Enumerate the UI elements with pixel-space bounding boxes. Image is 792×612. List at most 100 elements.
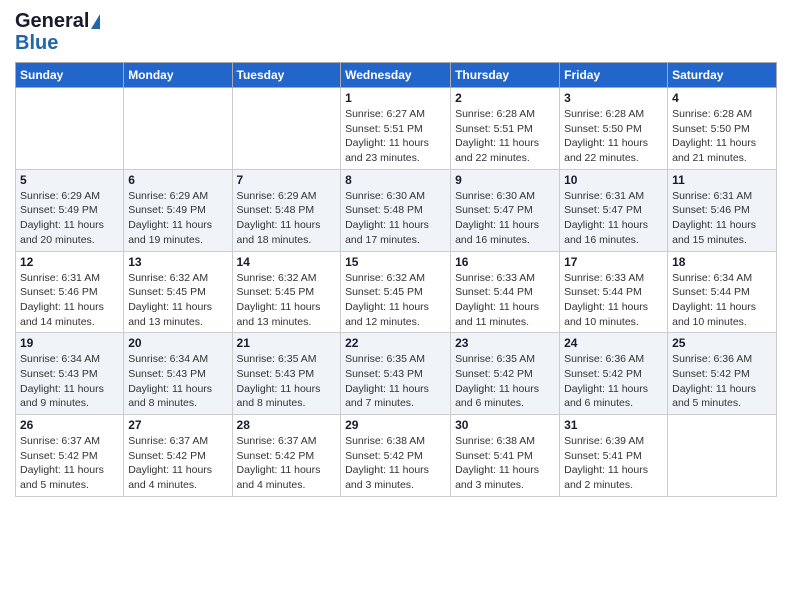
calendar-cell bbox=[668, 415, 777, 497]
calendar-cell: 3Sunrise: 6:28 AMSunset: 5:50 PMDaylight… bbox=[560, 88, 668, 170]
day-info: Sunrise: 6:31 AMSunset: 5:46 PMDaylight:… bbox=[672, 189, 772, 248]
day-info: Sunrise: 6:29 AMSunset: 5:49 PMDaylight:… bbox=[20, 189, 119, 248]
day-info: Sunrise: 6:28 AMSunset: 5:51 PMDaylight:… bbox=[455, 107, 555, 166]
calendar-cell: 26Sunrise: 6:37 AMSunset: 5:42 PMDayligh… bbox=[16, 415, 124, 497]
day-number: 9 bbox=[455, 173, 555, 187]
calendar-cell: 24Sunrise: 6:36 AMSunset: 5:42 PMDayligh… bbox=[560, 333, 668, 415]
calendar-week-row: 12 Sunrise: 6:31 AMSunset: 5:46 PMDayligh… bbox=[16, 251, 777, 333]
logo-general: General bbox=[15, 10, 100, 32]
day-info: Sunrise: 6:34 AMSunset: 5:43 PMDaylight:… bbox=[128, 352, 227, 411]
day-number: 15 bbox=[345, 255, 446, 269]
calendar-cell bbox=[124, 88, 232, 170]
day-number: 14 bbox=[237, 255, 337, 269]
calendar-cell: 16 Sunrise: 6:33 AMSunset: 5:44 PMDayligh… bbox=[451, 251, 560, 333]
day-number: 27 bbox=[128, 418, 227, 432]
calendar-cell: 30 Sunrise: 6:38 AMSunset: 5:41 PMDayligh… bbox=[451, 415, 560, 497]
calendar-cell: 13 Sunrise: 6:32 AMSunset: 5:45 PMDayligh… bbox=[124, 251, 232, 333]
day-info: Sunrise: 6:28 AMSunset: 5:50 PMDaylight:… bbox=[564, 107, 663, 166]
calendar-week-row: 26 Sunrise: 6:37 AMSunset: 5:42 PMDayligh… bbox=[16, 415, 777, 497]
day-number: 5 bbox=[20, 173, 119, 187]
day-number: 20 bbox=[128, 336, 227, 350]
day-info: Sunrise: 6:31 AMSunset: 5:46 PMDaylight:… bbox=[20, 271, 119, 330]
calendar-cell: 19 Sunrise: 6:34 AMSunset: 5:43 PMDayligh… bbox=[16, 333, 124, 415]
day-number: 29 bbox=[345, 418, 446, 432]
day-number: 16 bbox=[455, 255, 555, 269]
day-info: Sunrise: 6:32 AMSunset: 5:45 PMDaylight:… bbox=[128, 271, 227, 330]
calendar-cell: 22 Sunrise: 6:35 AMSunset: 5:43 PMDayligh… bbox=[341, 333, 451, 415]
weekday-header-thursday: Thursday bbox=[451, 63, 560, 88]
day-number: 25 bbox=[672, 336, 772, 350]
header: General Blue bbox=[15, 10, 777, 54]
day-number: 11 bbox=[672, 173, 772, 187]
day-info: Sunrise: 6:28 AMSunset: 5:50 PMDaylight:… bbox=[672, 107, 772, 166]
day-info: Sunrise: 6:38 AMSunset: 5:41 PMDaylight:… bbox=[455, 434, 555, 493]
day-info: Sunrise: 6:29 AMSunset: 5:49 PMDaylight:… bbox=[128, 189, 227, 248]
calendar-cell: 1 Sunrise: 6:27 AMSunset: 5:51 PMDaylight… bbox=[341, 88, 451, 170]
calendar-cell: 23 Sunrise: 6:35 AMSunset: 5:42 PMDayligh… bbox=[451, 333, 560, 415]
day-number: 6 bbox=[128, 173, 227, 187]
calendar-cell: 2 Sunrise: 6:28 AMSunset: 5:51 PMDaylight… bbox=[451, 88, 560, 170]
day-info: Sunrise: 6:32 AMSunset: 5:45 PMDaylight:… bbox=[345, 271, 446, 330]
day-number: 23 bbox=[455, 336, 555, 350]
day-info: Sunrise: 6:34 AMSunset: 5:44 PMDaylight:… bbox=[672, 271, 772, 330]
day-number: 12 bbox=[20, 255, 119, 269]
day-info: Sunrise: 6:36 AMSunset: 5:42 PMDaylight:… bbox=[672, 352, 772, 411]
calendar-cell: 27 Sunrise: 6:37 AMSunset: 5:42 PMDayligh… bbox=[124, 415, 232, 497]
calendar-cell: 31 Sunrise: 6:39 AMSunset: 5:41 PMDayligh… bbox=[560, 415, 668, 497]
calendar-table: SundayMondayTuesdayWednesdayThursdayFrid… bbox=[15, 62, 777, 497]
day-info: Sunrise: 6:37 AMSunset: 5:42 PMDaylight:… bbox=[128, 434, 227, 493]
day-number: 18 bbox=[672, 255, 772, 269]
calendar-cell: 17 Sunrise: 6:33 AMSunset: 5:44 PMDayligh… bbox=[560, 251, 668, 333]
day-number: 17 bbox=[564, 255, 663, 269]
day-number: 31 bbox=[564, 418, 663, 432]
calendar-cell: 20 Sunrise: 6:34 AMSunset: 5:43 PMDayligh… bbox=[124, 333, 232, 415]
day-info: Sunrise: 6:35 AMSunset: 5:42 PMDaylight:… bbox=[455, 352, 555, 411]
day-number: 24 bbox=[564, 336, 663, 350]
day-info: Sunrise: 6:38 AMSunset: 5:42 PMDaylight:… bbox=[345, 434, 446, 493]
day-info: Sunrise: 6:35 AMSunset: 5:43 PMDaylight:… bbox=[237, 352, 337, 411]
day-info: Sunrise: 6:31 AMSunset: 5:47 PMDaylight:… bbox=[564, 189, 663, 248]
calendar-cell: 4 Sunrise: 6:28 AMSunset: 5:50 PMDaylight… bbox=[668, 88, 777, 170]
calendar-cell: 6 Sunrise: 6:29 AMSunset: 5:49 PMDaylight… bbox=[124, 169, 232, 251]
weekday-header-monday: Monday bbox=[124, 63, 232, 88]
day-number: 8 bbox=[345, 173, 446, 187]
weekday-header-row: SundayMondayTuesdayWednesdayThursdayFrid… bbox=[16, 63, 777, 88]
calendar-cell: 8 Sunrise: 6:30 AMSunset: 5:48 PMDaylight… bbox=[341, 169, 451, 251]
calendar-cell: 28 Sunrise: 6:37 AMSunset: 5:42 PMDayligh… bbox=[232, 415, 341, 497]
day-info: Sunrise: 6:27 AMSunset: 5:51 PMDaylight:… bbox=[345, 107, 446, 166]
day-number: 4 bbox=[672, 91, 772, 105]
calendar-week-row: 19 Sunrise: 6:34 AMSunset: 5:43 PMDayligh… bbox=[16, 333, 777, 415]
calendar-cell: 25 Sunrise: 6:36 AMSunset: 5:42 PMDayligh… bbox=[668, 333, 777, 415]
day-info: Sunrise: 6:37 AMSunset: 5:42 PMDaylight:… bbox=[237, 434, 337, 493]
day-number: 10 bbox=[564, 173, 663, 187]
calendar-cell: 14 Sunrise: 6:32 AMSunset: 5:45 PMDayligh… bbox=[232, 251, 341, 333]
calendar-cell: 11 Sunrise: 6:31 AMSunset: 5:46 PMDayligh… bbox=[668, 169, 777, 251]
day-number: 28 bbox=[237, 418, 337, 432]
day-info: Sunrise: 6:32 AMSunset: 5:45 PMDaylight:… bbox=[237, 271, 337, 330]
day-number: 30 bbox=[455, 418, 555, 432]
calendar-cell: 15 Sunrise: 6:32 AMSunset: 5:45 PMDayligh… bbox=[341, 251, 451, 333]
logo-blue: Blue bbox=[15, 32, 100, 54]
calendar-cell: 18 Sunrise: 6:34 AMSunset: 5:44 PMDayligh… bbox=[668, 251, 777, 333]
calendar-week-row: 5 Sunrise: 6:29 AMSunset: 5:49 PMDaylight… bbox=[16, 169, 777, 251]
calendar-cell: 5 Sunrise: 6:29 AMSunset: 5:49 PMDaylight… bbox=[16, 169, 124, 251]
day-info: Sunrise: 6:35 AMSunset: 5:43 PMDaylight:… bbox=[345, 352, 446, 411]
day-info: Sunrise: 6:29 AMSunset: 5:48 PMDaylight:… bbox=[237, 189, 337, 248]
calendar-cell: 12 Sunrise: 6:31 AMSunset: 5:46 PMDayligh… bbox=[16, 251, 124, 333]
day-number: 13 bbox=[128, 255, 227, 269]
day-info: Sunrise: 6:30 AMSunset: 5:48 PMDaylight:… bbox=[345, 189, 446, 248]
day-info: Sunrise: 6:30 AMSunset: 5:47 PMDaylight:… bbox=[455, 189, 555, 248]
day-info: Sunrise: 6:33 AMSunset: 5:44 PMDaylight:… bbox=[455, 271, 555, 330]
day-number: 1 bbox=[345, 91, 446, 105]
day-number: 21 bbox=[237, 336, 337, 350]
day-info: Sunrise: 6:33 AMSunset: 5:44 PMDaylight:… bbox=[564, 271, 663, 330]
day-number: 19 bbox=[20, 336, 119, 350]
day-number: 22 bbox=[345, 336, 446, 350]
day-info: Sunrise: 6:39 AMSunset: 5:41 PMDaylight:… bbox=[564, 434, 663, 493]
day-info: Sunrise: 6:34 AMSunset: 5:43 PMDaylight:… bbox=[20, 352, 119, 411]
day-number: 26 bbox=[20, 418, 119, 432]
weekday-header-tuesday: Tuesday bbox=[232, 63, 341, 88]
day-number: 2 bbox=[455, 91, 555, 105]
weekday-header-wednesday: Wednesday bbox=[341, 63, 451, 88]
calendar-week-row: 1 Sunrise: 6:27 AMSunset: 5:51 PMDaylight… bbox=[16, 88, 777, 170]
